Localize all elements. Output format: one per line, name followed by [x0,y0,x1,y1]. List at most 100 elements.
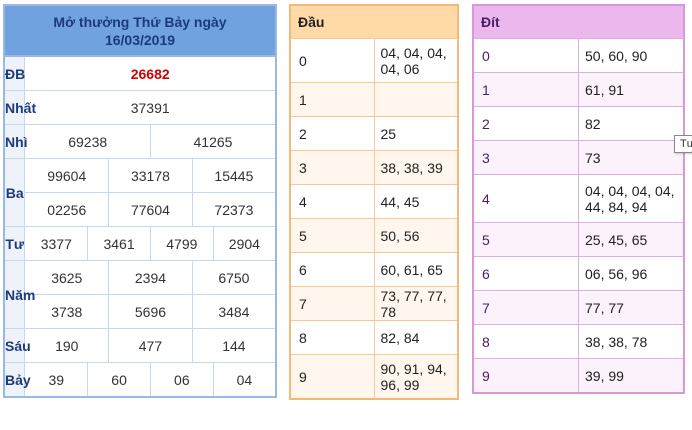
prize-row-sau: Sáu 190 477 144 [3,328,277,363]
dau-row: 9 90, 91, 94, 96, 99 [289,354,459,400]
prize-row-nhi: Nhì 69238 41265 [3,124,277,159]
dau-row: 4 44, 45 [289,184,459,219]
dit-values: 50, 60, 90 [578,38,685,73]
prize-row-nam-2: 3738 5696 3484 [4,294,277,329]
prize-row-db: ĐB 26682 [3,55,277,91]
prize-value: 99604 [24,158,110,193]
dit-row: 8 38, 38, 78 [472,324,685,359]
prize-value: 02256 [24,192,110,227]
prize-label-bay: Bảy [3,362,31,398]
dau-key: 2 [289,116,375,151]
prize-value: 6750 [191,260,277,295]
prize-label-nhi: Nhì [3,124,28,159]
result-title-line1: Mở thưởng Thứ Bảy ngày [53,13,227,30]
dau-values: 25 [373,116,459,151]
dit-row: 2 82 [472,106,685,141]
dit-row: 1 61, 91 [472,72,685,107]
prize-value: 39 [24,362,89,398]
prize-row-nhat: Nhất 37391 [3,90,277,125]
dau-key: 8 [289,320,375,355]
lottery-result-table: Mở thưởng Thứ Bảy ngày 16/03/2019 ĐB 266… [3,4,277,398]
prize-label-ba: Ba [3,158,26,227]
dau-key: 4 [289,184,375,219]
dau-key: 3 [289,150,375,185]
dit-key: 0 [472,38,579,73]
prize-label-sau: Sáu [3,328,31,363]
prize-value: 2904 [212,226,277,261]
prize-value: 3625 [24,260,110,295]
dit-row: 0 50, 60, 90 [472,38,685,73]
dau-values: 04, 04, 04, 04, 06 [373,38,459,83]
dit-values: 06, 56, 96 [578,256,685,291]
dau-row: 3 38, 38, 39 [289,150,459,185]
dau-key: 1 [289,82,375,117]
dit-row: 6 06, 56, 96 [472,256,685,291]
prize-value: 2394 [108,260,193,295]
dit-row: 9 39, 99 [472,358,685,394]
dit-key: 5 [472,222,579,257]
prize-value: 37391 [24,90,277,125]
dit-key: 6 [472,256,579,291]
dit-values: 25, 45, 65 [578,222,685,257]
dit-key: 9 [472,358,579,394]
prize-label-db: ĐB [3,55,26,91]
prize-label-nam: Năm [3,260,35,329]
prize-row-ba-2: 02256 77604 72373 [4,192,277,227]
prize-value: 4799 [149,226,214,261]
prize-value: 33178 [108,158,193,193]
prize-value: 3738 [24,294,110,329]
prize-row-nam: Năm 3625 2394 6750 [3,260,277,329]
dit-key: 2 [472,106,579,141]
prize-value: 04 [212,362,277,398]
dau-values [373,82,459,117]
dit-values: 73 [578,140,685,175]
dit-values: 38, 38, 78 [578,324,685,359]
dau-values: 38, 38, 39 [373,150,459,185]
prize-label-nhat: Nhất [3,90,36,125]
dau-values: 60, 61, 65 [373,252,459,287]
tooltip: Tư [674,135,692,153]
prize-row-bay: Bảy 39 60 06 04 [3,362,277,398]
result-date: 16/03/2019 [104,31,176,48]
dit-values: 39, 99 [578,358,685,394]
dit-header: Đít [472,4,685,39]
prize-value: 5696 [108,294,193,329]
dit-key: 1 [472,72,579,107]
dau-key: 0 [289,38,375,83]
dit-key: 4 [472,174,579,223]
prize-value: 3461 [87,226,151,261]
prize-value: 06 [149,362,214,398]
dit-values: 82 [578,106,685,141]
dau-values: 50, 56 [373,218,459,253]
dau-key: 7 [289,286,375,321]
dit-values: 04, 04, 04, 04, 44, 84, 94 [578,174,685,223]
prize-value: 77604 [108,192,193,227]
dau-header: Đầu [289,4,459,39]
dau-row: 1 [289,82,459,117]
dau-values: 44, 45 [373,184,459,219]
result-title: Mở thưởng Thứ Bảy ngày 16/03/2019 [3,4,277,57]
dit-key: 3 [472,140,579,175]
prize-value: 190 [24,328,110,363]
prize-row-tu: Tư 3377 3461 4799 2904 [3,226,277,261]
special-prize-value: 26682 [24,55,277,91]
dau-row: 7 73, 77, 77, 78 [289,286,459,321]
prize-value: 69238 [24,124,151,159]
prize-value: 3484 [191,294,277,329]
prize-value: 477 [108,328,193,363]
prize-row-ba: Ba 99604 33178 15445 [3,158,277,227]
dau-key: 6 [289,252,375,287]
prize-value: 144 [191,328,277,363]
dau-values: 82, 84 [373,320,459,355]
dit-key: 7 [472,290,579,325]
dit-row: 4 04, 04, 04, 04, 44, 84, 94 [472,174,685,223]
prize-value: 72373 [191,192,277,227]
dau-key: 5 [289,218,375,253]
prize-value: 3377 [24,226,89,261]
dit-row: 5 25, 45, 65 [472,222,685,257]
dau-row: 0 04, 04, 04, 04, 06 [289,38,459,83]
dau-table: Đầu 0 04, 04, 04, 04, 06 1 2 25 3 38, 38, 3… [289,4,459,400]
dit-row: 7 77, 77 [472,290,685,325]
dit-key: 8 [472,324,579,359]
dau-key: 9 [289,354,375,400]
